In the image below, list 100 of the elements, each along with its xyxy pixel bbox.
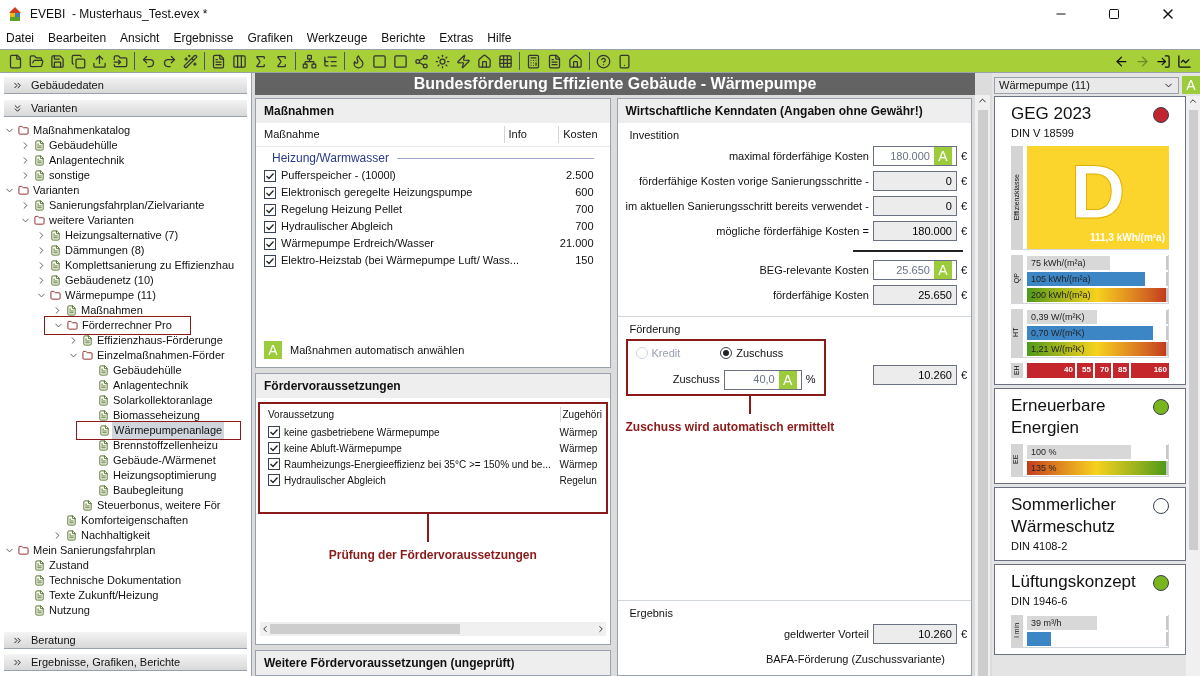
share-icon[interactable] [414,53,429,69]
folder-arrow-icon[interactable] [113,53,128,69]
tree-item[interactable]: Effizienzhaus-Förderunge [95,332,225,349]
tree-item[interactable]: Einzelmaßnahmen-Förder [95,347,227,364]
section-header[interactable]: Gebäudedaten [4,77,247,94]
checkbox[interactable] [264,203,276,216]
sigma-icon[interactable] [274,53,289,69]
tree-item[interactable]: Solarkollektoranlage [111,392,215,409]
menu-item[interactable]: Bearbeiten [48,29,107,47]
checkbox[interactable] [268,458,280,470]
tree-item[interactable]: Heizungsalternative (7) [63,227,181,244]
menu-item[interactable]: Ergebnisse [173,29,234,47]
copy-icon[interactable] [71,53,86,69]
square-icon[interactable] [372,53,387,69]
tree-item[interactable]: Nachhaltigkeit [79,527,153,544]
document-icon[interactable] [547,53,562,69]
checkbox[interactable] [264,220,276,233]
document-icon[interactable] [211,53,226,69]
network-icon[interactable] [302,53,317,69]
tree-item[interactable]: Gebäude-/Wärmenet [111,452,218,469]
sun-icon[interactable] [435,53,450,69]
tree-item[interactable]: Maßnahmen [79,302,145,319]
undo-icon[interactable] [141,53,156,69]
card-subtitle: DIN 1946-6 [1011,594,1069,609]
folder-icon[interactable] [29,53,44,69]
help-icon[interactable] [596,53,611,69]
square-icon[interactable] [393,53,408,69]
tree-item[interactable]: Brennstoffzellenheizu [111,437,220,454]
vertical-scrollbar[interactable] [1186,96,1200,676]
lightning-icon[interactable] [456,53,471,69]
columns-icon[interactable] [232,53,247,69]
checkbox[interactable] [268,442,280,454]
tree-item[interactable]: Sanierungsfahrplan/Zielvariante [47,197,207,214]
variant-select[interactable]: Wärmepumpe (11) [994,76,1179,94]
tree-item[interactable]: Steuerbonus, weitere För [95,497,223,514]
tree-item[interactable]: Komplettsanierung zu Effizienzhau [63,257,237,274]
new-file-icon[interactable] [8,53,23,69]
flame-icon[interactable] [351,53,366,69]
panel-title: Weitere Fördervoraussetzungen (ungeprüft) [255,650,611,676]
tree-item[interactable]: Texte Zukunft/Heizung [47,587,161,604]
checkbox[interactable] [268,474,280,486]
tree-item[interactable]: Anlagentechnik [47,152,127,169]
line-chart-icon[interactable] [1177,53,1192,69]
calculator-icon[interactable] [526,53,541,69]
tree-item[interactable]: Zustand [47,557,91,574]
list-tree-icon[interactable] [323,53,338,69]
tree-item[interactable]: Maßnahmenkatalog [31,123,133,139]
tree-item[interactable]: Wärmepumpenanlage [112,422,225,439]
checkbox[interactable] [264,254,276,267]
horizontal-scrollbar[interactable] [260,622,606,636]
menu-item[interactable]: Grafiken [247,29,293,47]
tree-item[interactable]: Nutzung [47,602,92,619]
menu-item[interactable]: Extras [439,29,474,47]
menu-item[interactable]: Berichte [381,29,426,47]
menu-item[interactable]: Datei [6,29,34,47]
section-header[interactable]: Ergebnisse, Grafiken, Berichte [4,654,247,671]
tree-item[interactable]: Anlagentechnik [111,377,191,394]
checkbox[interactable] [264,237,276,250]
value-field[interactable]: 40,0 A [723,369,802,390]
tree-item[interactable]: Biomasseheizung [111,407,202,424]
menu-item[interactable]: Hilfe [487,29,512,47]
document-icon [98,455,109,466]
house-icon[interactable] [477,53,492,69]
vertical-scrollbar[interactable] [975,95,990,676]
tree-item[interactable]: Wärmepumpe (11) [63,287,158,304]
value-field[interactable]: 180.000 A [872,146,957,166]
tree-item[interactable]: Baubegleitung [111,482,186,499]
section-header[interactable]: Varianten [4,100,247,117]
tree-item[interactable]: sonstige [47,167,92,184]
sigma-icon[interactable] [253,53,268,69]
redo-icon[interactable] [162,53,177,69]
save-icon[interactable] [50,53,65,69]
tree-item[interactable]: Gebäudehülle [47,137,120,154]
checkbox[interactable] [268,426,280,438]
checkbox[interactable] [264,186,276,199]
tree-item[interactable]: Varianten [31,182,82,199]
magic-wand-icon[interactable] [183,53,198,69]
section-header[interactable]: Beratung [4,632,247,649]
device-icon[interactable] [617,53,632,69]
tree-item[interactable]: Komforteigenschaften [79,512,190,529]
scroll-up-icon[interactable] [1188,96,1198,106]
checkbox[interactable] [264,169,276,182]
tree-item[interactable]: Dämmungen (8) [63,242,147,259]
back-arrow-icon[interactable] [1114,53,1129,69]
upload-icon[interactable] [92,53,107,69]
scroll-left-icon[interactable] [260,624,270,634]
menu-item[interactable]: Ansicht [120,29,160,47]
measure-cost: 600 [575,185,595,201]
tree-item[interactable]: Technische Dokumentation [47,572,184,589]
login-icon[interactable] [1156,53,1171,69]
tree-item[interactable]: Gebäudehülle [111,362,184,379]
value-field[interactable]: 25.650 A [872,260,957,280]
grid-icon[interactable] [498,53,513,69]
tree-item[interactable]: Mein Sanierungsfahrplan [31,542,158,559]
tree-item[interactable]: weitere Varianten [47,212,136,229]
tree-item[interactable]: Heizungsoptimierung [111,467,219,484]
menu-item[interactable]: Werkzeuge [306,29,368,47]
house-icon[interactable] [568,53,583,69]
tree-item[interactable]: Gebäudenetz (10) [63,272,156,289]
radio-option[interactable]: Zuschuss [720,345,784,362]
